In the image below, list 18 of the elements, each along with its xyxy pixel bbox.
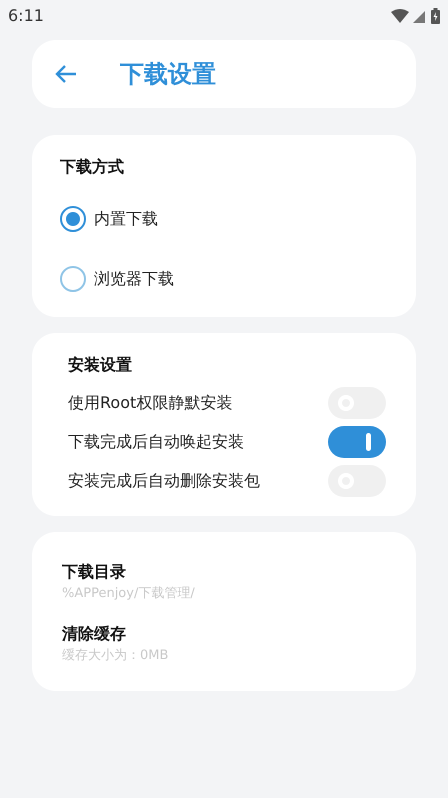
setting-title[interactable]: 清除缓存 <box>62 622 386 646</box>
section-title: 下载方式 <box>60 156 125 178</box>
page-title: 下载设置 <box>120 59 216 90</box>
radio-button[interactable] <box>60 206 86 232</box>
option-label[interactable]: 浏览器下载 <box>94 267 174 291</box>
wifi-icon <box>391 9 409 23</box>
toggle-label: 使用Root权限静默安装 <box>68 392 232 414</box>
status-time: 6:11 <box>8 5 44 27</box>
section-title: 安装设置 <box>68 354 133 376</box>
toggle-switch[interactable] <box>328 426 386 458</box>
setting-title[interactable]: 下载目录 <box>62 560 386 584</box>
back-icon[interactable] <box>54 64 78 84</box>
battery-icon <box>431 8 440 24</box>
toggle-label: 安装完成后自动删除安装包 <box>68 470 260 492</box>
signal-icon <box>413 9 427 23</box>
radio-button[interactable] <box>60 266 86 292</box>
toggle-label: 下载完成后自动唤起安装 <box>68 430 244 452</box>
option-label[interactable]: 内置下载 <box>94 207 158 231</box>
